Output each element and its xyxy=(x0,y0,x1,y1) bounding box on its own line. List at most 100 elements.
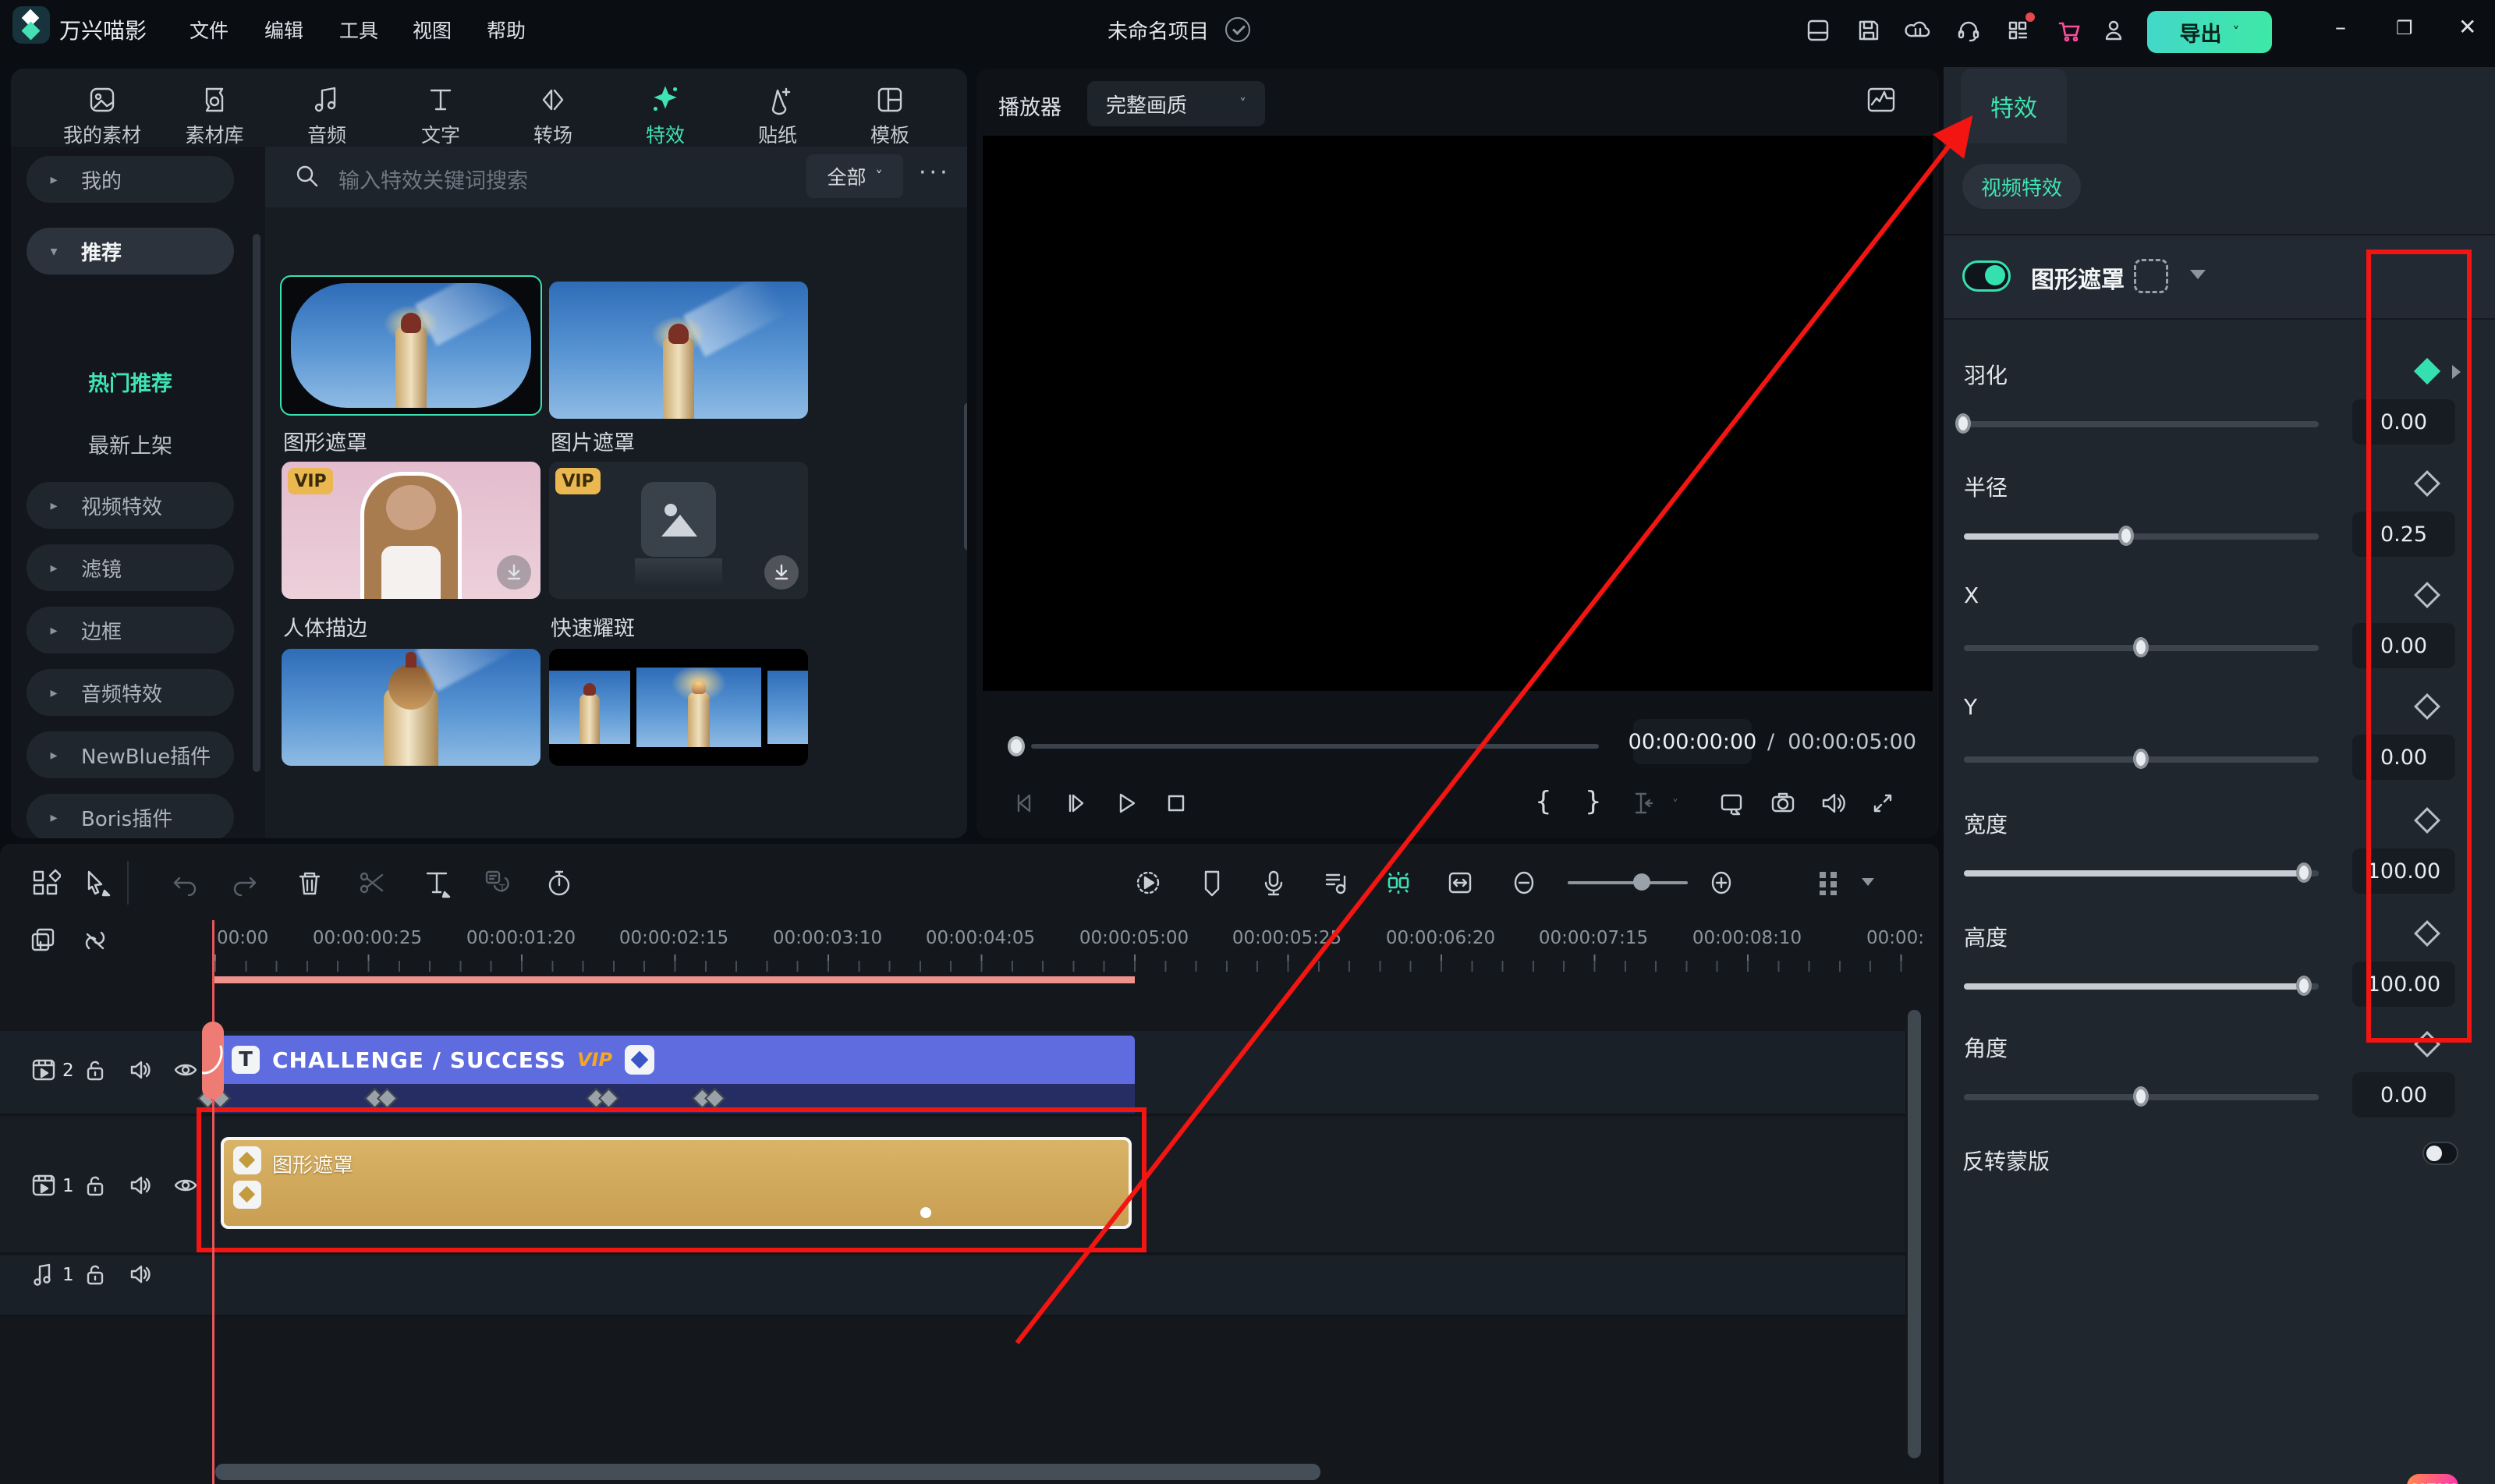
playhead[interactable] xyxy=(212,920,214,1484)
sidebar-scrollbar[interactable] xyxy=(253,234,260,772)
effect-thumb-partial[interactable] xyxy=(282,649,540,766)
category-badge[interactable]: 视频特效 xyxy=(1962,164,2081,209)
mirror-display-button[interactable] xyxy=(1716,788,1747,819)
audio-to-text-icon[interactable] xyxy=(1320,867,1352,898)
effect-thumb-quick-flare[interactable]: VIP xyxy=(549,462,808,599)
add-track-icon[interactable] xyxy=(28,925,59,956)
tab-templates[interactable]: 模板 xyxy=(835,76,945,151)
slider-handle[interactable] xyxy=(2295,862,2312,883)
timeline-zoom-handle[interactable] xyxy=(1633,873,1650,891)
search-input[interactable]: 输入特效关键词搜索 xyxy=(338,164,528,194)
tab-text[interactable]: 文字 xyxy=(385,76,496,151)
sidebar-item-my[interactable]: ▸ 我的 xyxy=(27,156,234,203)
param-slider[interactable] xyxy=(1964,976,2319,996)
slider-handle[interactable] xyxy=(1955,413,1971,434)
menu-view[interactable]: 视图 xyxy=(413,16,452,44)
track-manager-icon[interactable] xyxy=(1813,867,1845,898)
player-scrubber-track[interactable] xyxy=(1031,744,1599,749)
download-icon[interactable] xyxy=(764,555,799,590)
menu-tools[interactable]: 工具 xyxy=(339,16,378,44)
undo-icon[interactable] xyxy=(170,867,201,898)
split-clip-active-icon[interactable] xyxy=(1383,867,1414,898)
timeline-vertical-scrollbar[interactable] xyxy=(1908,1010,1921,1458)
param-slider[interactable] xyxy=(1964,1086,2319,1107)
snapshot-camera-button[interactable] xyxy=(1767,788,1799,819)
chevron-down-icon[interactable] xyxy=(2190,270,2206,279)
volume-button[interactable] xyxy=(1817,788,1848,819)
export-button[interactable]: 导出 ˅ xyxy=(2147,11,2272,53)
previous-frame-button[interactable] xyxy=(1008,788,1039,819)
tab-transitions[interactable]: 转场 xyxy=(498,76,608,151)
slider-handle[interactable] xyxy=(2132,1086,2149,1107)
minimize-button[interactable]: – xyxy=(2335,14,2346,40)
effect-thumb-filmstrip-partial[interactable] xyxy=(549,649,808,766)
mute-track-icon[interactable] xyxy=(126,1260,154,1288)
lock-track-icon[interactable] xyxy=(81,1056,109,1084)
redo-icon[interactable] xyxy=(229,867,260,898)
keyframe-pair-icon[interactable] xyxy=(692,1088,732,1109)
param-value[interactable]: 0.00 xyxy=(2352,1072,2455,1117)
more-options-button[interactable]: ··· xyxy=(919,159,951,186)
effect-thumb-image-mask[interactable] xyxy=(549,282,808,419)
chevron-down-icon[interactable]: ˅ xyxy=(1672,797,1678,812)
mute-track-icon[interactable] xyxy=(126,1171,154,1199)
slider-handle[interactable] xyxy=(2295,976,2312,996)
mark-in-button[interactable]: { xyxy=(1535,786,1552,817)
step-forward-button[interactable] xyxy=(1061,788,1092,819)
select-tool-icon[interactable] xyxy=(81,867,112,898)
sidebar-item-newest[interactable]: 最新上架 xyxy=(11,429,250,459)
support-headset-icon[interactable] xyxy=(1955,17,1982,44)
play-button[interactable] xyxy=(1111,788,1142,819)
menu-file[interactable]: 文件 xyxy=(190,16,229,44)
apps-grid-icon[interactable] xyxy=(2005,12,2035,44)
sidebar-item-borders[interactable]: ▸ 边框 xyxy=(27,607,234,653)
invert-mask-toggle[interactable] xyxy=(2422,1142,2458,1165)
timeline-zoom-slider[interactable] xyxy=(1568,881,1688,884)
filter-dropdown[interactable]: 全部 ˅ xyxy=(806,154,903,198)
timeline-ruler[interactable]: 00:00 00:00:00:25 00:00:01:20 00:00:02:1… xyxy=(214,920,1924,983)
sidebar-item-video-fx[interactable]: ▸ 视频特效 xyxy=(27,482,234,529)
playhead-handle[interactable] xyxy=(202,1022,224,1100)
sidebar-item-filters[interactable]: ▸ 滤镜 xyxy=(27,544,234,591)
sidebar-item-audio-fx[interactable]: ▸ 音频特效 xyxy=(27,669,234,716)
hide-track-icon[interactable] xyxy=(172,1171,200,1199)
sidebar-item-hot[interactable]: 热门推荐 xyxy=(11,367,250,397)
speech-to-text-icon[interactable]: T xyxy=(482,867,513,898)
cart-icon[interactable] xyxy=(2056,17,2082,44)
split-scissors-icon[interactable] xyxy=(356,867,387,898)
effect-enable-toggle[interactable] xyxy=(1962,260,2011,292)
param-slider[interactable] xyxy=(1964,637,2319,657)
voiceover-mic-icon[interactable] xyxy=(1258,867,1289,898)
speed-timer-icon[interactable] xyxy=(544,867,575,898)
restore-button[interactable]: ❐ xyxy=(2396,17,2413,39)
sidebar-item-newblue[interactable]: ▸ NewBlue插件 xyxy=(27,731,234,778)
slider-handle[interactable] xyxy=(2118,526,2135,546)
sidebar-item-boris[interactable]: ▸ Boris插件 xyxy=(27,794,234,838)
lock-track-icon[interactable] xyxy=(81,1171,109,1199)
effect-thumb-body-outline[interactable]: VIP xyxy=(282,462,540,599)
save-icon[interactable] xyxy=(1855,17,1882,44)
menu-edit[interactable]: 编辑 xyxy=(264,16,303,44)
tab-stickers[interactable]: 贴纸 xyxy=(722,76,833,151)
param-slider[interactable] xyxy=(1964,749,2319,769)
slider-handle[interactable] xyxy=(2132,637,2149,657)
mark-out-button[interactable]: } xyxy=(1585,786,1602,817)
zoom-in-icon[interactable] xyxy=(1706,867,1737,898)
lock-track-icon[interactable] xyxy=(81,1260,109,1288)
split-preview-button[interactable] xyxy=(1628,788,1660,819)
chevron-down-icon[interactable] xyxy=(1862,878,1874,886)
sidebar-item-recommend[interactable]: ▾ 推荐 xyxy=(27,228,234,274)
close-button[interactable]: ✕ xyxy=(2458,14,2476,40)
scopes-icon[interactable] xyxy=(1864,83,1898,117)
keyframe-grid-tool-icon[interactable] xyxy=(30,867,62,898)
text-tool-icon[interactable] xyxy=(421,867,452,898)
stop-button[interactable] xyxy=(1161,788,1192,819)
keyframe-pair-icon[interactable] xyxy=(364,1088,405,1109)
fullscreen-button[interactable] xyxy=(1867,788,1898,819)
text-clip[interactable]: T CHALLENGE / SUCCESS VIP xyxy=(214,1036,1135,1084)
render-preview-icon[interactable] xyxy=(1132,867,1164,898)
marker-icon[interactable] xyxy=(1196,867,1228,898)
player-scrubber-handle[interactable] xyxy=(1008,736,1025,756)
quality-dropdown[interactable]: 完整画质 ˅ xyxy=(1087,81,1265,126)
keyframe-pair-icon[interactable] xyxy=(586,1088,626,1109)
